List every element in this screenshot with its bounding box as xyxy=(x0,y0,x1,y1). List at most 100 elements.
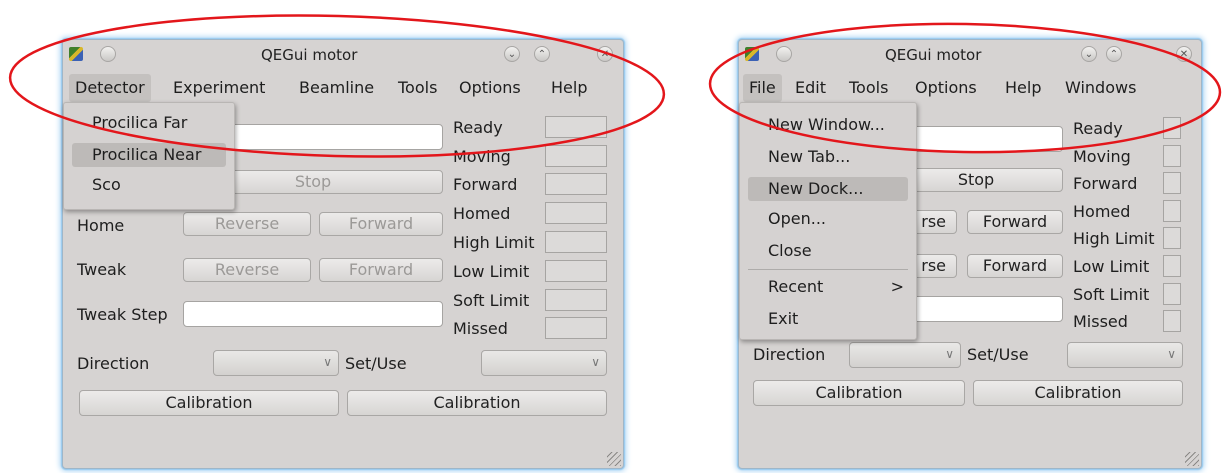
minimize-icon[interactable]: ⌄ xyxy=(504,46,520,62)
setuse-label: Set/Use xyxy=(345,354,407,373)
maximize-icon[interactable]: ⌃ xyxy=(1106,46,1122,62)
dropdown-item-close[interactable]: Close xyxy=(740,239,916,263)
recent-label: Recent xyxy=(768,277,824,296)
direction-select[interactable]: ∨ xyxy=(213,350,339,376)
menu-circle-icon[interactable] xyxy=(776,46,792,62)
direction-select[interactable]: ∨ xyxy=(849,342,961,368)
status-soft-limit: Soft Limit xyxy=(1073,285,1150,304)
dropdown-item-sco[interactable]: Sco xyxy=(64,173,234,197)
home-forward-button[interactable]: Forward xyxy=(319,212,443,236)
dropdown-item-open[interactable]: Open... xyxy=(740,207,916,231)
led-low-limit xyxy=(545,260,607,282)
left-titlebar: QEGui motor ⌄ ⌃ ✕ xyxy=(63,40,623,70)
status-high-limit: High Limit xyxy=(453,233,535,252)
tweak-forward-button[interactable]: Forward xyxy=(967,254,1063,278)
window-title: QEGui motor xyxy=(261,46,358,64)
led-missed xyxy=(545,317,607,339)
led-ready xyxy=(1163,117,1181,139)
calibration-button-2[interactable]: Calibration xyxy=(973,380,1183,406)
detector-dropdown: Procilica Far Procilica Near Sco xyxy=(63,102,235,210)
home-label: Home xyxy=(77,216,125,235)
menu-windows[interactable]: Windows xyxy=(1059,74,1142,102)
chevron-down-icon: ∨ xyxy=(945,347,954,361)
app-icon xyxy=(69,47,83,61)
close-icon[interactable]: ✕ xyxy=(1176,46,1192,62)
tweak-reverse-button[interactable]: Reverse xyxy=(183,258,311,282)
resize-grip-icon[interactable] xyxy=(607,452,621,466)
led-forward xyxy=(1163,172,1181,194)
led-low-limit xyxy=(1163,255,1181,277)
status-high-limit: High Limit xyxy=(1073,229,1155,248)
status-forward: Forward xyxy=(453,175,518,194)
led-soft-limit xyxy=(1163,283,1181,305)
submenu-arrow-icon: > xyxy=(890,277,904,296)
status-homed: Homed xyxy=(453,204,511,223)
status-soft-limit: Soft Limit xyxy=(453,291,530,310)
calibration-button-1[interactable]: Calibration xyxy=(753,380,965,406)
left-window: QEGui motor ⌄ ⌃ ✕ Detector Experiment Be… xyxy=(62,39,624,469)
window-title: QEGui motor xyxy=(885,46,982,64)
menu-separator xyxy=(748,269,908,270)
status-moving: Moving xyxy=(1073,147,1131,166)
menu-help[interactable]: Help xyxy=(999,74,1047,102)
direction-label: Direction xyxy=(77,354,150,373)
tweak-forward-button[interactable]: Forward xyxy=(319,258,443,282)
led-high-limit xyxy=(545,231,607,253)
led-homed xyxy=(1163,200,1181,222)
dropdown-item-recent[interactable]: Recent > xyxy=(740,275,916,299)
led-soft-limit xyxy=(545,289,607,311)
status-moving: Moving xyxy=(453,147,511,166)
menu-tools[interactable]: Tools xyxy=(843,74,894,102)
home-reverse-button[interactable]: Reverse xyxy=(183,212,311,236)
right-titlebar: QEGui motor ⌄ ⌃ ✕ xyxy=(739,40,1201,70)
resize-grip-icon[interactable] xyxy=(1185,452,1199,466)
setuse-select[interactable]: ∨ xyxy=(481,350,607,376)
led-homed xyxy=(545,202,607,224)
direction-label: Direction xyxy=(753,345,826,364)
menu-circle-icon[interactable] xyxy=(100,46,116,62)
menu-detector[interactable]: Detector xyxy=(69,74,151,102)
status-missed: Missed xyxy=(1073,312,1128,331)
dropdown-item-new-tab[interactable]: New Tab... xyxy=(740,145,916,169)
chevron-down-icon: ∨ xyxy=(591,355,600,369)
status-ready: Ready xyxy=(453,118,503,137)
status-forward: Forward xyxy=(1073,174,1138,193)
maximize-icon[interactable]: ⌃ xyxy=(534,46,550,62)
tweak-label: Tweak xyxy=(77,260,127,279)
status-missed: Missed xyxy=(453,319,508,338)
dropdown-item-procilica-far[interactable]: Procilica Far xyxy=(64,111,234,135)
led-missed xyxy=(1163,310,1181,332)
status-low-limit: Low Limit xyxy=(453,262,530,281)
menu-options[interactable]: Options xyxy=(453,74,527,102)
status-low-limit: Low Limit xyxy=(1073,257,1150,276)
menu-file[interactable]: File xyxy=(743,74,782,102)
menu-tools[interactable]: Tools xyxy=(392,74,443,102)
home-forward-button[interactable]: Forward xyxy=(967,210,1063,234)
tweak-step-input[interactable] xyxy=(899,296,1063,322)
led-forward xyxy=(545,173,607,195)
dropdown-item-exit[interactable]: Exit xyxy=(740,307,916,331)
dropdown-item-procilica-near[interactable]: Procilica Near xyxy=(72,143,226,167)
menu-beamline[interactable]: Beamline xyxy=(293,74,380,102)
setuse-select[interactable]: ∨ xyxy=(1067,342,1183,368)
right-window: QEGui motor ⌄ ⌃ ✕ File Edit Tools Option… xyxy=(738,39,1202,469)
file-dropdown: New Window... New Tab... New Dock... Ope… xyxy=(739,102,917,340)
calibration-button-2[interactable]: Calibration xyxy=(347,390,607,416)
dropdown-item-new-window[interactable]: New Window... xyxy=(740,113,916,137)
app-icon xyxy=(745,47,759,61)
close-icon[interactable]: ✕ xyxy=(597,46,613,62)
status-ready: Ready xyxy=(1073,119,1123,138)
menu-help[interactable]: Help xyxy=(545,74,593,102)
menu-options[interactable]: Options xyxy=(909,74,983,102)
position-input[interactable] xyxy=(899,126,1063,152)
tweak-step-input[interactable] xyxy=(183,301,443,327)
tweak-step-label: Tweak Step xyxy=(77,305,168,324)
chevron-down-icon: ∨ xyxy=(1167,347,1176,361)
led-moving xyxy=(545,145,607,167)
dropdown-item-new-dock[interactable]: New Dock... xyxy=(748,177,908,201)
menu-experiment[interactable]: Experiment xyxy=(167,74,271,102)
minimize-icon[interactable]: ⌄ xyxy=(1081,46,1097,62)
calibration-button-1[interactable]: Calibration xyxy=(79,390,339,416)
menu-edit[interactable]: Edit xyxy=(789,74,832,102)
led-moving xyxy=(1163,145,1181,167)
